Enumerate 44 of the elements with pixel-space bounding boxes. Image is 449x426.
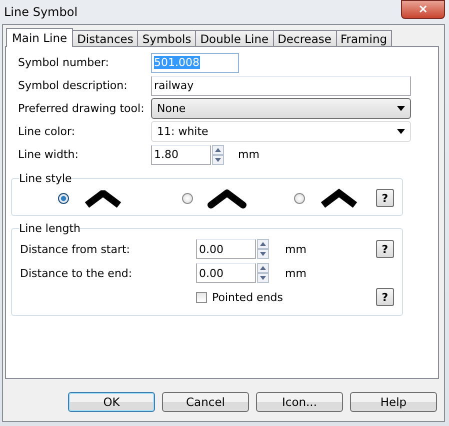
radio-button[interactable] — [294, 192, 305, 204]
tab[interactable]: Framing — [336, 30, 392, 46]
chevron-icon — [206, 187, 248, 209]
field-label: Symbol description: — [18, 79, 128, 92]
field-label: Line color: — [18, 125, 76, 138]
chevron-icon — [318, 187, 360, 209]
tab[interactable]: Main Line — [6, 28, 74, 47]
tab[interactable]: Decrease — [272, 30, 336, 46]
spinner-icon[interactable] — [257, 239, 269, 259]
spinner-icon[interactable] — [212, 144, 224, 164]
field-label: Preferred drawing tool: — [18, 102, 146, 115]
radio-button[interactable] — [182, 192, 193, 204]
dialog-button[interactable]: Help — [350, 392, 437, 412]
group-title: Line style — [19, 172, 72, 185]
radio-button[interactable] — [58, 192, 69, 204]
help-button[interactable]: ? — [376, 240, 394, 258]
tab[interactable]: Double Line — [195, 30, 274, 46]
field-label: Distance to the end: — [20, 266, 134, 280]
spinner-icon[interactable] — [257, 263, 269, 283]
pointed-ends-checkbox[interactable]: Pointed ends — [196, 290, 284, 304]
field-label: Line width: — [18, 148, 80, 161]
group-title: Line length — [19, 222, 80, 235]
help-button[interactable]: ? — [376, 288, 394, 306]
help-button[interactable]: ? — [376, 189, 394, 207]
window-title: Line Symbol — [4, 5, 78, 19]
dropdown-arrow-icon — [397, 129, 405, 134]
unit-label: mm — [238, 148, 260, 161]
unit-label: mm — [285, 242, 306, 256]
dialog-button[interactable]: Icon... — [256, 392, 343, 412]
chevron-icon — [82, 187, 124, 209]
line-width-field[interactable]: 1.80 — [151, 144, 211, 164]
tab[interactable]: Distances — [72, 30, 138, 46]
distance-field[interactable]: 0.00 — [196, 263, 256, 283]
tab[interactable]: Symbols — [137, 30, 196, 46]
dialog-button[interactable]: OK — [68, 392, 155, 412]
symbol-description-field[interactable]: railway — [151, 76, 411, 96]
drawing-tool-dropdown[interactable]: None — [151, 98, 411, 119]
line-color-dropdown[interactable]: 11: white — [151, 121, 411, 142]
field-label: Distance from start: — [20, 242, 132, 256]
distance-field[interactable]: 0.00 — [196, 239, 256, 259]
dropdown-arrow-icon — [397, 106, 405, 111]
field-label: Symbol number: — [18, 56, 110, 69]
dialog-button[interactable]: Cancel — [162, 392, 249, 412]
unit-label: mm — [285, 266, 306, 280]
